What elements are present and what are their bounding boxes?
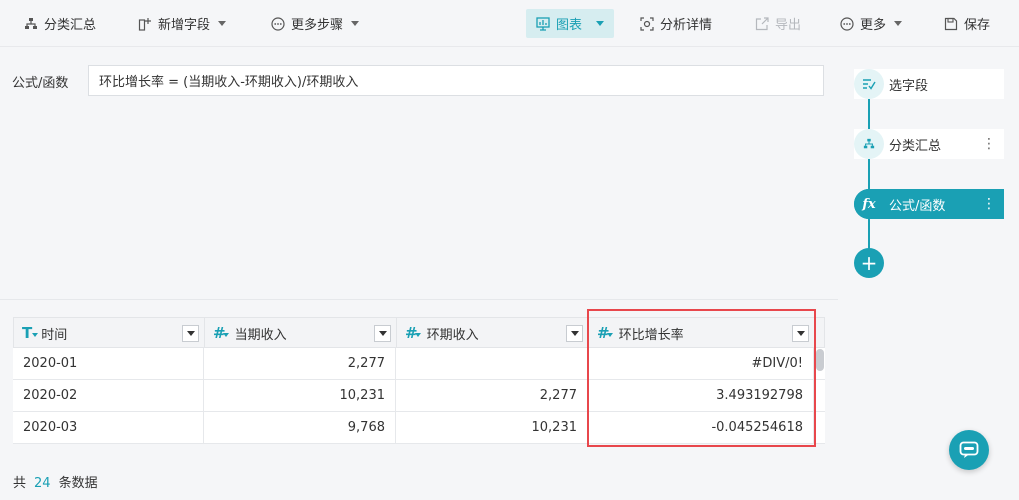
export-icon xyxy=(755,16,769,30)
table-cell: 2020-03 xyxy=(13,412,204,443)
more-steps-icon xyxy=(271,16,285,31)
number-type-icon: # xyxy=(405,324,421,342)
more-icon xyxy=(840,16,854,31)
step-formula[interactable]: fx 公式/函数 ⋮ xyxy=(854,189,1004,219)
number-type-icon: # xyxy=(597,324,613,342)
chevron-down-icon xyxy=(218,21,227,26)
chevron-down-icon xyxy=(351,21,360,26)
analysis-detail-label: 分析详情 xyxy=(660,18,713,33)
table-cell: 9,768 xyxy=(204,412,396,443)
table-cell: 2,277 xyxy=(396,380,588,411)
column-header-time[interactable]: T 时间 xyxy=(14,318,205,348)
formula-editor: 公式/函数 环比增长率 = (当期收入-环期收入)/环期收入 xyxy=(0,48,838,299)
column-header-current-income[interactable]: # 当期收入 xyxy=(205,318,397,348)
column-header-growth-rate[interactable]: # 环比增长率 xyxy=(589,318,815,348)
add-field-label: 新增字段 xyxy=(158,18,211,33)
chat-support-button[interactable] xyxy=(949,430,989,470)
group-summary-icon xyxy=(25,17,37,29)
steps-panel: 选字段 分类汇总 ⋮ fx 公式/函数 ⋮ + xyxy=(838,48,1019,500)
more-vertical-icon[interactable]: ⋮ xyxy=(982,195,996,213)
chart-icon xyxy=(536,16,550,31)
chevron-down-icon xyxy=(796,331,805,336)
toolbar: 分类汇总 新增字段 更多步骤 图表 分析详情 导出 更多 保存 xyxy=(0,0,1019,47)
step-select-field[interactable]: 选字段 xyxy=(854,69,1004,99)
column-dropdown-button[interactable] xyxy=(374,325,391,342)
number-type-icon: # xyxy=(213,324,229,342)
group-summary-button[interactable]: 分类汇总 xyxy=(24,9,96,38)
chevron-down-icon xyxy=(570,331,579,336)
analysis-detail-icon xyxy=(640,16,654,31)
table-scrollbar[interactable] xyxy=(816,349,824,371)
chevron-down-icon xyxy=(378,331,387,336)
step-label: 选字段 xyxy=(889,78,929,94)
row-count-suffix: 条数据 xyxy=(58,476,98,491)
chart-label: 图表 xyxy=(556,18,583,33)
table-cell: 2020-02 xyxy=(13,380,204,411)
formula-label: 公式/函数 xyxy=(12,76,69,91)
column-dropdown-button[interactable] xyxy=(182,325,199,342)
chart-button[interactable]: 图表 xyxy=(526,9,614,38)
table-cell: 10,231 xyxy=(204,380,396,411)
step-group-summary[interactable]: 分类汇总 ⋮ xyxy=(854,129,1004,159)
step-label: 公式/函数 xyxy=(889,198,946,214)
table-cell xyxy=(396,348,588,379)
more-vertical-icon[interactable]: ⋮ xyxy=(982,135,996,153)
table-row: 2020-01 2,277 #DIV/0! xyxy=(13,348,825,380)
save-label: 保存 xyxy=(964,18,991,33)
save-icon xyxy=(944,17,958,30)
row-count: 共 24 条数据 xyxy=(13,472,98,491)
table-cell: 3.493192798 xyxy=(588,380,814,411)
table-cell: 2020-01 xyxy=(13,348,204,379)
add-field-button[interactable]: 新增字段 xyxy=(138,9,227,38)
steps-connector xyxy=(868,84,870,264)
formula-text: 环比增长率 = (当期收入-环期收入)/环期收入 xyxy=(99,75,359,90)
more-steps-button[interactable]: 更多步骤 xyxy=(271,9,360,38)
select-field-icon xyxy=(854,69,884,99)
add-field-icon xyxy=(138,17,151,31)
more-label: 更多 xyxy=(860,18,887,33)
add-step-button[interactable]: + xyxy=(854,248,884,278)
group-summary-label: 分类汇总 xyxy=(44,18,97,33)
row-count-prefix: 共 xyxy=(13,476,27,491)
fx-icon: fx xyxy=(854,189,884,219)
chevron-down-icon xyxy=(186,331,195,336)
chevron-down-icon xyxy=(596,21,605,26)
export-button[interactable]: 导出 xyxy=(755,9,801,38)
column-dropdown-button[interactable] xyxy=(792,325,809,342)
export-label: 导出 xyxy=(775,18,802,33)
table-row: 2020-03 9,768 10,231 -0.045254618 xyxy=(13,412,825,444)
text-type-icon: T xyxy=(22,324,38,342)
table-cell: -0.045254618 xyxy=(588,412,814,443)
more-button[interactable]: 更多 xyxy=(840,9,903,38)
chat-icon xyxy=(959,441,979,458)
column-header-prior-income[interactable]: # 环期收入 xyxy=(397,318,589,348)
group-summary-icon xyxy=(854,129,884,159)
chevron-down-icon xyxy=(894,21,903,26)
formula-input[interactable]: 环比增长率 = (当期收入-环期收入)/环期收入 xyxy=(88,65,824,96)
data-preview: T 时间 # 当期收入 # 环期收入 # 环比增长率 2020-01 2,277… xyxy=(0,299,838,500)
column-dropdown-button[interactable] xyxy=(566,325,583,342)
data-table: T 时间 # 当期收入 # 环期收入 # 环比增长率 2020-01 2,277… xyxy=(13,317,825,444)
step-label: 分类汇总 xyxy=(889,138,942,154)
row-count-value: 24 xyxy=(34,476,51,491)
table-cell: 10,231 xyxy=(396,412,588,443)
table-cell: 2,277 xyxy=(204,348,396,379)
table-cell: #DIV/0! xyxy=(588,348,814,379)
save-button[interactable]: 保存 xyxy=(944,9,990,38)
more-steps-label: 更多步骤 xyxy=(291,18,344,33)
table-row: 2020-02 10,231 2,277 3.493192798 xyxy=(13,380,825,412)
table-header: T 时间 # 当期收入 # 环期收入 # 环比增长率 xyxy=(13,317,825,348)
analysis-detail-button[interactable]: 分析详情 xyxy=(640,9,712,38)
